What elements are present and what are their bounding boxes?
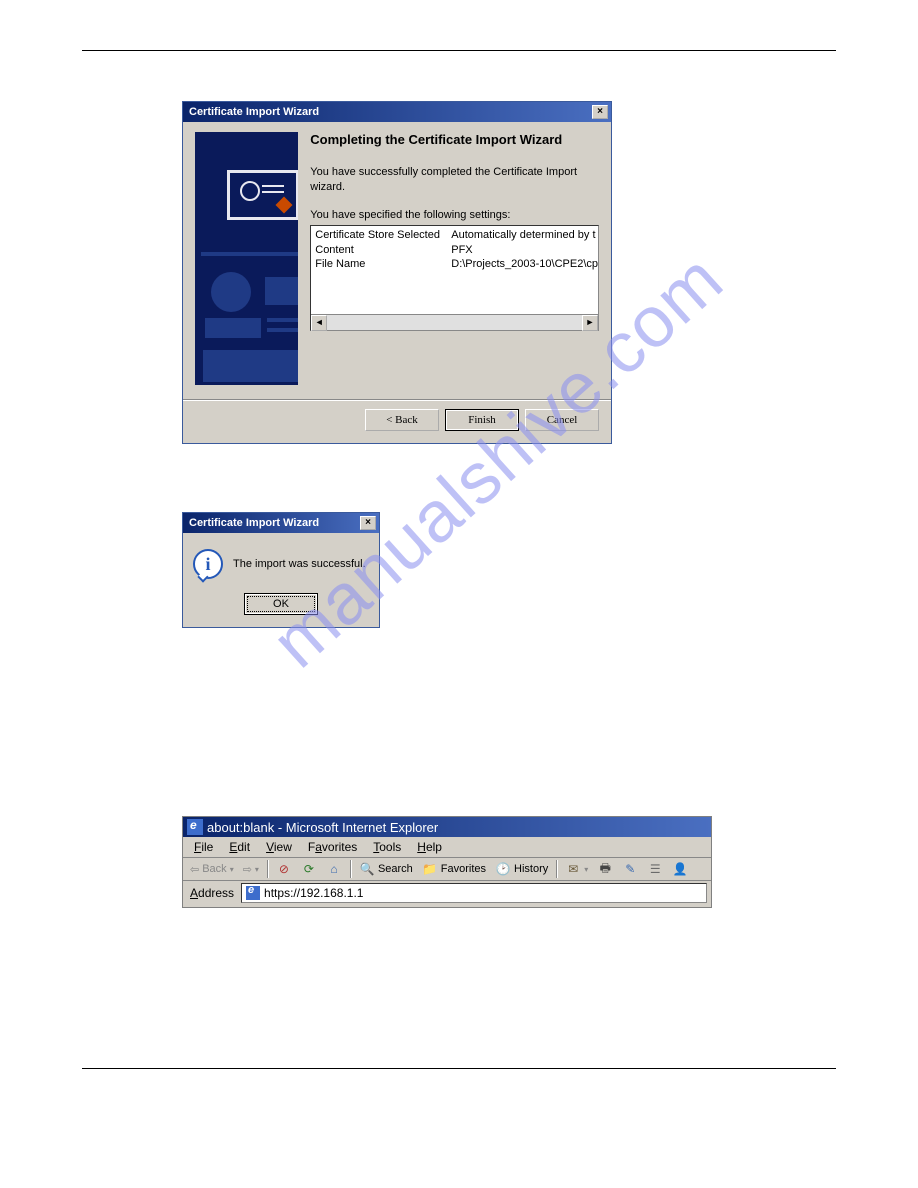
- close-icon: ×: [597, 106, 603, 117]
- history-button[interactable]: 🕑History: [492, 860, 551, 878]
- home-icon: ⌂: [326, 861, 342, 877]
- top-rule: [82, 50, 836, 51]
- settings-listbox[interactable]: Certificate Store Selected Content File …: [310, 225, 599, 331]
- forward-button[interactable]: ⇨ ▾: [240, 862, 262, 877]
- close-icon: ×: [365, 517, 371, 528]
- menu-tools[interactable]: Tools: [366, 839, 408, 855]
- print-icon: 🖶: [597, 861, 613, 877]
- bottom-rule: [82, 1068, 836, 1069]
- list-icon: ☰: [647, 861, 663, 877]
- history-label: History: [514, 863, 548, 875]
- success-message: The import was successful.: [233, 558, 366, 570]
- back-label: Back: [202, 863, 226, 875]
- setting-label: File Name: [315, 257, 451, 272]
- page-icon: [246, 886, 260, 900]
- address-value: https://192.168.1.1: [264, 886, 363, 900]
- wizard-success-text: You have successfully completed the Cert…: [310, 165, 599, 195]
- ok-button[interactable]: OK: [244, 593, 318, 615]
- related-button[interactable]: ☰: [644, 860, 666, 878]
- divider: [183, 399, 611, 401]
- success-titlebar[interactable]: Certificate Import Wizard ×: [183, 513, 379, 533]
- print-button[interactable]: 🖶: [594, 860, 616, 878]
- wizard-heading: Completing the Certificate Import Wizard: [310, 132, 599, 147]
- setting-value: D:\Projects_2003-10\CPE2\cp: [451, 257, 598, 272]
- stop-button[interactable]: ⊘: [273, 860, 295, 878]
- favorites-button[interactable]: 📁Favorites: [419, 860, 489, 878]
- mail-icon: ✉: [565, 861, 581, 877]
- search-label: Search: [378, 863, 413, 875]
- scrollbar-track[interactable]: [327, 315, 582, 330]
- info-icon: i: [193, 549, 223, 579]
- refresh-button[interactable]: ⟳: [298, 860, 320, 878]
- back-arrow-icon: ⇦: [190, 863, 199, 876]
- setting-value: PFX: [451, 243, 598, 258]
- setting-label: Content: [315, 243, 451, 258]
- separator: [267, 860, 268, 878]
- cancel-button[interactable]: Cancel: [525, 409, 599, 431]
- separator: [556, 860, 557, 878]
- success-title-text: Certificate Import Wizard: [189, 517, 360, 529]
- horizontal-scrollbar[interactable]: ◄ ►: [311, 314, 598, 330]
- ie-title-text: about:blank - Microsoft Internet Explore…: [207, 820, 438, 835]
- dropdown-icon: ▾: [230, 865, 234, 874]
- menu-edit[interactable]: Edit: [222, 839, 257, 855]
- menu-view[interactable]: View: [259, 839, 299, 855]
- search-icon: 🔍: [359, 861, 375, 877]
- back-button[interactable]: ⇦ Back ▾: [187, 862, 237, 877]
- ie-menubar: File Edit View Favorites Tools Help: [183, 837, 711, 858]
- search-button[interactable]: 🔍Search: [356, 860, 416, 878]
- wizard-dialog: Certificate Import Wizard × Completing t…: [182, 101, 612, 444]
- close-button[interactable]: ×: [592, 105, 608, 119]
- success-dialog: Certificate Import Wizard × i The import…: [182, 512, 380, 628]
- scroll-right-button[interactable]: ►: [582, 315, 598, 331]
- forward-arrow-icon: ⇨: [243, 863, 252, 876]
- refresh-icon: ⟳: [301, 861, 317, 877]
- scroll-left-button[interactable]: ◄: [311, 315, 327, 331]
- wizard-sidebar-graphic: [195, 132, 298, 385]
- setting-label: Certificate Store Selected: [315, 228, 451, 243]
- edit-button[interactable]: ✎: [619, 860, 641, 878]
- back-button[interactable]: < Back: [365, 409, 439, 431]
- edit-icon: ✎: [622, 861, 638, 877]
- ie-addressbar: Address https://192.168.1.1: [183, 881, 711, 907]
- ie-toolbar: ⇦ Back ▾ ⇨ ▾ ⊘ ⟳ ⌂ 🔍Search 📁Favorites 🕑H…: [183, 858, 711, 881]
- close-button[interactable]: ×: [360, 516, 376, 530]
- address-label: Address: [187, 886, 237, 900]
- separator: [350, 860, 351, 878]
- wizard-specified-text: You have specified the following setting…: [310, 209, 599, 221]
- messenger-button[interactable]: 👤: [669, 860, 691, 878]
- menu-file[interactable]: File: [187, 839, 220, 855]
- wizard-title-text: Certificate Import Wizard: [189, 106, 592, 118]
- history-icon: 🕑: [495, 861, 511, 877]
- address-field[interactable]: https://192.168.1.1: [241, 883, 707, 903]
- stop-icon: ⊘: [276, 861, 292, 877]
- favorites-label: Favorites: [441, 863, 486, 875]
- dropdown-icon: ▾: [255, 865, 259, 874]
- menu-favorites[interactable]: Favorites: [301, 839, 364, 855]
- favorites-icon: 📁: [422, 861, 438, 877]
- home-button[interactable]: ⌂: [323, 860, 345, 878]
- wizard-titlebar[interactable]: Certificate Import Wizard ×: [183, 102, 611, 122]
- ie-icon: [187, 819, 203, 835]
- finish-button[interactable]: Finish: [445, 409, 519, 431]
- messenger-icon: 👤: [672, 861, 688, 877]
- dropdown-icon: ▾: [584, 865, 588, 874]
- mail-button[interactable]: ✉▾: [562, 860, 591, 878]
- menu-help[interactable]: Help: [410, 839, 449, 855]
- ie-window: about:blank - Microsoft Internet Explore…: [182, 816, 712, 908]
- setting-value: Automatically determined by t: [451, 228, 598, 243]
- ie-titlebar[interactable]: about:blank - Microsoft Internet Explore…: [183, 817, 711, 837]
